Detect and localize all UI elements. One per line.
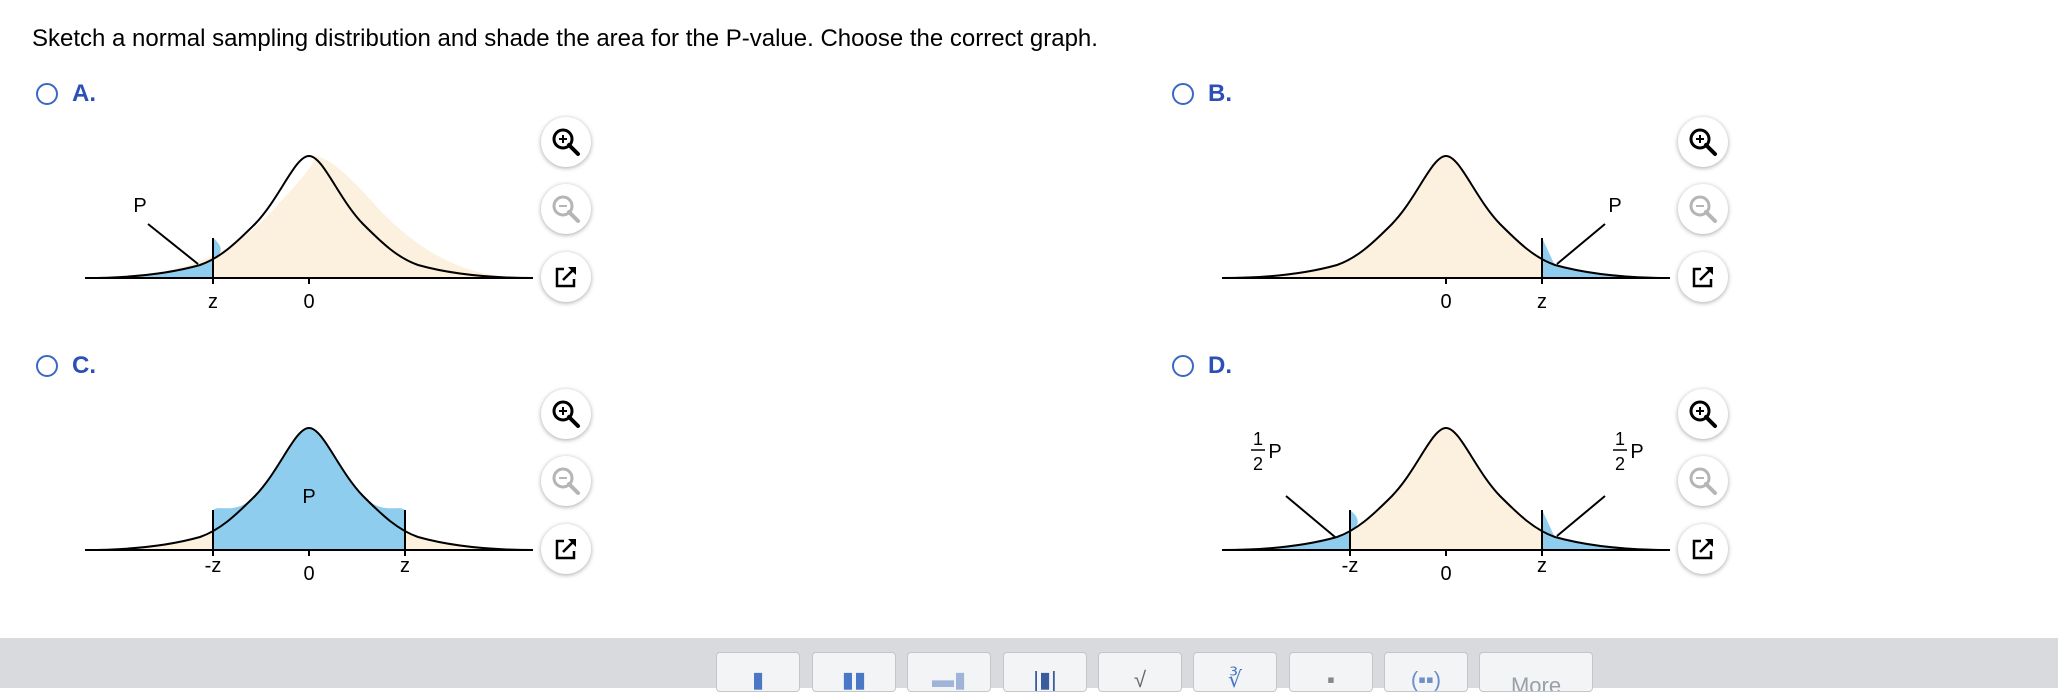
decimal-button[interactable]: ▪ [1289,652,1373,692]
question-text: Sketch a normal sampling distribution an… [32,25,1098,52]
open-window-button[interactable] [541,524,591,574]
open-window-button[interactable] [1678,524,1728,574]
open-window-button[interactable] [541,252,591,302]
zoom-in-button[interactable] [1678,117,1728,167]
more-label: More [1510,673,1562,692]
p-symbol: P [1268,441,1281,463]
p-label: P [302,486,315,508]
zero-tick-label: 0 [1440,563,1451,585]
left-tail-pointer [1285,495,1336,538]
distribution-area [85,155,528,278]
zoom-in-icon [552,400,580,428]
nth-root-button[interactable]: ∛ [1193,652,1277,692]
zero-tick-label: 0 [1440,291,1451,313]
left-half-p-label: 1 2 P [1251,429,1282,474]
option-d-radio[interactable] [1172,355,1194,377]
option-a-letter: A. [72,80,96,107]
open-window-icon [555,539,576,560]
zoom-out-button[interactable] [541,184,591,234]
fraction-numerator: 1 [1253,429,1263,449]
right-tail-pointer [1556,495,1606,537]
option-c-letter: C. [72,352,96,379]
mixed-number-button[interactable]: ▮▮ [812,652,896,692]
distribution-area [1222,428,1670,550]
right-half-p-label: 1 2 P [1613,429,1644,474]
p-label: P [1608,195,1621,217]
option-a-radio[interactable] [36,83,58,105]
fraction-denominator: 2 [1253,454,1263,474]
zoom-in-button[interactable] [541,389,591,439]
parentheses-button[interactable]: (▪▪) [1384,652,1468,692]
p-symbol: P [1630,441,1643,463]
z-tick-label: z [400,555,410,577]
zoom-in-icon [552,128,580,156]
zoom-in-icon [1689,128,1717,156]
zoom-out-icon [1689,467,1717,495]
superscript-button[interactable]: ▬▮ [907,652,991,692]
zero-tick-label: 0 [303,563,314,585]
open-window-button[interactable] [1678,252,1728,302]
zoom-out-button[interactable] [1678,184,1728,234]
neg-z-tick-label: -z [205,555,222,577]
fraction-button[interactable]: ▮ [716,652,800,692]
shaded-p-region [85,238,221,278]
open-window-icon [1692,539,1713,560]
zero-tick-label: 0 [303,291,314,313]
zoom-out-icon [1689,195,1717,223]
option-d-letter: D. [1208,352,1232,379]
option-c[interactable]: C. [36,352,96,380]
option-b[interactable]: B. [1172,80,1232,108]
zoom-out-icon [552,195,580,223]
shaded-left-tail [1222,510,1358,550]
p-label: P [133,195,146,217]
option-b-letter: B. [1208,80,1232,107]
more-button[interactable]: More [1479,652,1593,692]
shaded-p-region [1542,238,1670,278]
p-pointer [1556,223,1606,265]
open-window-icon [1692,267,1713,288]
zoom-in-icon [1689,400,1717,428]
zoom-in-button[interactable] [1678,389,1728,439]
math-toolbar: ▮ ▮▮ ▬▮ |▮| √ ∛ ▪ (▪▪) More [0,638,2058,692]
fraction-numerator: 1 [1615,429,1625,449]
neg-z-tick-label: -z [1342,555,1359,577]
option-d[interactable]: D. [1172,352,1232,380]
z-tick-label: z [208,291,218,313]
zoom-out-button[interactable] [1678,456,1728,506]
option-a[interactable]: A. [36,80,96,108]
square-root-button[interactable]: √ [1098,652,1182,692]
fraction-denominator: 2 [1615,454,1625,474]
z-tick-label: z [1537,291,1547,313]
distribution-area [1222,156,1670,278]
option-c-radio[interactable] [36,355,58,377]
option-b-radio[interactable] [1172,83,1194,105]
z-tick-label: z [1537,555,1547,577]
zoom-out-icon [552,467,580,495]
p-pointer [147,223,199,265]
open-window-icon [555,267,576,288]
zoom-out-button[interactable] [541,456,591,506]
shaded-right-tail [1542,510,1670,550]
zoom-in-button[interactable] [541,117,591,167]
absolute-value-button[interactable]: |▮| [1003,652,1087,692]
